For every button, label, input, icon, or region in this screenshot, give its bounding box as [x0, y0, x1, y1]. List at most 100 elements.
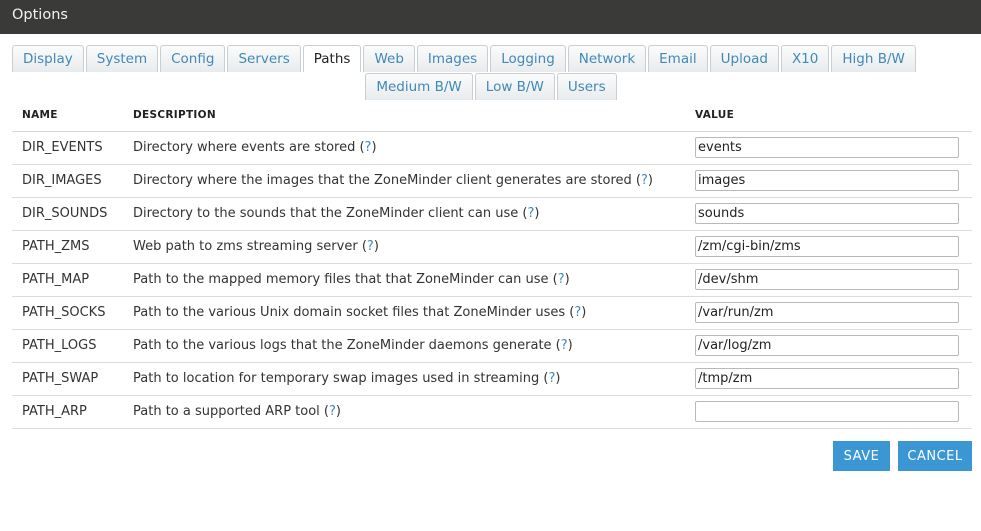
help-paren-close: ) — [555, 371, 561, 386]
table-row: DIR_SOUNDS Directory to the sounds that t… — [12, 197, 972, 231]
title-bar: Options — [0, 0, 981, 34]
tab-email[interactable]: Email — [648, 45, 708, 72]
option-description: Directory to the sounds that the ZoneMin… — [133, 206, 519, 221]
option-description: Path to the mapped memory files that tha… — [133, 272, 549, 287]
option-value-cell — [685, 164, 972, 198]
table-row: PATH_ARP Path to a supported ARP tool (?) — [12, 395, 972, 429]
option-description: Directory where the images that the Zone… — [133, 173, 632, 188]
option-description: Path to the various Unix domain socket f… — [133, 305, 566, 320]
help-paren-open: ( — [548, 272, 558, 287]
option-name: PATH_ZMS — [12, 230, 123, 264]
help-paren-close: ) — [564, 272, 570, 287]
option-value-cell — [685, 296, 972, 330]
option-description-cell: Path to location for temporary swap imag… — [123, 362, 685, 396]
option-description-cell: Path to the mapped memory files that tha… — [123, 263, 685, 297]
tab-config[interactable]: Config — [160, 45, 226, 72]
tab-network[interactable]: Network — [567, 45, 647, 72]
option-name: DIR_SOUNDS — [12, 197, 123, 231]
cancel-button[interactable]: CANCEL — [898, 441, 972, 471]
dir-sounds-input[interactable] — [695, 203, 959, 224]
option-description-cell: Directory where the images that the Zone… — [123, 164, 685, 198]
option-name: PATH_SOCKS — [12, 296, 123, 330]
option-value-cell — [685, 131, 972, 165]
tab-low-b-w[interactable]: Low B/W — [474, 73, 555, 100]
help-link[interactable]: ? — [329, 404, 336, 419]
table-header-row: NAME DESCRIPTION VALUE — [12, 99, 972, 132]
option-description: Path to the various logs that the ZoneMi… — [133, 338, 552, 353]
option-name: PATH_SWAP — [12, 362, 123, 396]
dir-events-input[interactable] — [695, 137, 959, 158]
help-paren-open: ( — [551, 338, 561, 353]
option-description-cell: Directory to the sounds that the ZoneMin… — [123, 197, 685, 231]
help-paren-close: ) — [647, 173, 653, 188]
help-link[interactable]: ? — [558, 272, 565, 287]
save-button[interactable]: SAVE — [833, 441, 890, 471]
column-header-description: DESCRIPTION — [123, 99, 685, 132]
tab-logging[interactable]: Logging — [490, 45, 566, 72]
option-description-cell: Path to a supported ARP tool (?) — [123, 395, 685, 429]
option-name: PATH_MAP — [12, 263, 123, 297]
dir-images-input[interactable] — [695, 170, 959, 191]
tab-system[interactable]: System — [85, 45, 159, 72]
tab-paths[interactable]: Paths — [302, 45, 362, 72]
tab-high-b-w[interactable]: High B/W — [831, 45, 916, 72]
help-paren-close: ) — [335, 404, 341, 419]
path-logs-input[interactable] — [695, 335, 959, 356]
path-zms-input[interactable] — [695, 236, 959, 257]
tab-web[interactable]: Web — [363, 45, 415, 72]
help-link[interactable]: ? — [561, 338, 568, 353]
option-description: Web path to zms streaming server — [133, 239, 358, 254]
help-link[interactable]: ? — [641, 173, 648, 188]
table-row: DIR_EVENTS Directory where events are sto… — [12, 131, 972, 165]
tab-images[interactable]: Images — [416, 45, 489, 72]
options-tabs: Display System Config Servers Paths Web Images… — [12, 45, 972, 100]
option-description-cell: Web path to zms streaming server (?) — [123, 230, 685, 264]
tab-upload[interactable]: Upload — [709, 45, 779, 72]
column-header-value: VALUE — [685, 99, 972, 132]
option-name: PATH_LOGS — [12, 329, 123, 363]
option-description-cell: Path to the various Unix domain socket f… — [123, 296, 685, 330]
tab-users[interactable]: Users — [556, 73, 617, 100]
path-swap-input[interactable] — [695, 368, 959, 389]
help-paren-close: ) — [371, 140, 377, 155]
table-row: PATH_SWAP Path to location for temporary … — [12, 362, 972, 396]
window-title: Options — [12, 7, 68, 23]
help-paren-close: ) — [373, 239, 379, 254]
tab-display[interactable]: Display — [12, 45, 84, 72]
help-paren-open: ( — [319, 404, 329, 419]
tab-row-primary: Display System Config Servers Paths Web Images… — [12, 45, 972, 72]
help-paren-open: ( — [355, 140, 365, 155]
help-paren-close: ) — [534, 206, 540, 221]
option-description: Path to a supported ARP tool — [133, 404, 320, 419]
option-description: Path to location for temporary swap imag… — [133, 371, 540, 386]
tab-row-secondary: Medium B/W Low B/W Users — [12, 73, 972, 100]
table-row: PATH_MAP Path to the mapped memory files … — [12, 263, 972, 297]
tab-servers[interactable]: Servers — [227, 45, 301, 72]
option-value-cell — [685, 263, 972, 297]
help-paren-open: ( — [565, 305, 575, 320]
tab-medium-b-w[interactable]: Medium B/W — [365, 73, 473, 100]
option-value-cell — [685, 362, 972, 396]
column-header-name: NAME — [12, 99, 123, 132]
option-name: PATH_ARP — [12, 395, 123, 429]
tab-x10[interactable]: X10 — [780, 45, 830, 72]
table-row: DIR_IMAGES Directory where the images tha… — [12, 164, 972, 198]
option-name: DIR_IMAGES — [12, 164, 123, 198]
option-value-cell — [685, 329, 972, 363]
path-socks-input[interactable] — [695, 302, 959, 323]
help-link[interactable]: ? — [367, 239, 374, 254]
option-value-cell — [685, 230, 972, 264]
options-table: NAME DESCRIPTION VALUE DIR_EVENTS Directo… — [12, 99, 972, 429]
help-paren-close: ) — [567, 338, 573, 353]
table-row: PATH_LOGS Path to the various logs that t… — [12, 329, 972, 363]
option-value-cell — [685, 395, 972, 429]
help-paren-open: ( — [631, 173, 642, 188]
help-paren-close: ) — [581, 305, 587, 320]
option-description-cell: Directory where events are stored (?) — [123, 131, 685, 165]
table-row: PATH_SOCKS Path to the various Unix domai… — [12, 296, 972, 330]
path-map-input[interactable] — [695, 269, 959, 290]
option-name: DIR_EVENTS — [12, 131, 123, 165]
help-paren-open: ( — [518, 206, 528, 221]
path-arp-input[interactable] — [695, 401, 959, 422]
option-value-cell — [685, 197, 972, 231]
